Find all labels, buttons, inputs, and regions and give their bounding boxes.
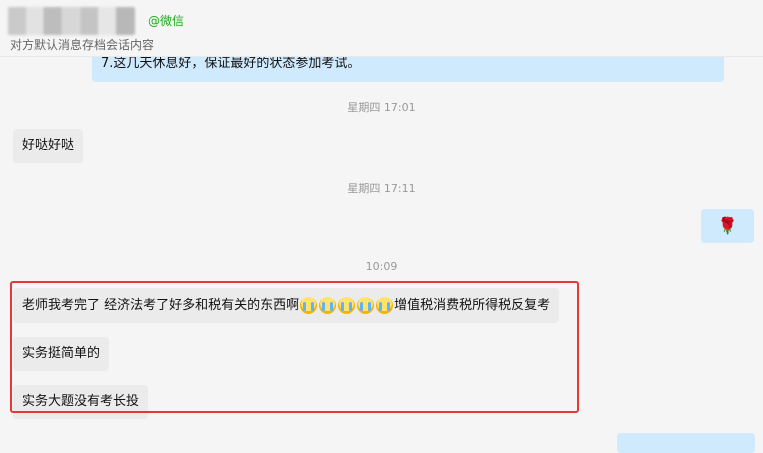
- timestamp: 10:09: [365, 260, 398, 273]
- incoming-message-bubble[interactable]: 老师我考完了 经济法考了好多和税有关的东西啊 增值税消费税所得税反复考: [13, 288, 560, 323]
- outgoing-message-bubble[interactable]: 🌹: [701, 209, 754, 243]
- crying-face-icon: [300, 297, 318, 314]
- incoming-message-bubble[interactable]: 实务挺简单的: [13, 337, 110, 371]
- crying-face-icon: [357, 297, 375, 314]
- crying-face-icon: [376, 297, 394, 314]
- message-text: 7.这几天休息好，保证最好的状态参加考试。: [101, 56, 361, 71]
- incoming-message-bubble[interactable]: 实务大题没有考长投: [13, 385, 149, 419]
- blurred-contact-name: [8, 7, 135, 35]
- timestamp: 星期四 17:01: [347, 101, 416, 114]
- message-text: 增值税消费税所得税反复考: [394, 297, 551, 313]
- chat-header: @微信 对方默认消息存档会话内容: [0, 0, 763, 57]
- crying-face-icon: [338, 297, 356, 314]
- archive-notice: 对方默认消息存档会话内容: [10, 38, 155, 52]
- rose-icon: 🌹: [717, 216, 738, 235]
- wechat-source-tag: @微信: [148, 14, 185, 28]
- incoming-message-bubble[interactable]: 好哒好哒: [13, 129, 84, 163]
- message-text: 实务大题没有考长投: [22, 394, 140, 409]
- message-text: 好哒好哒: [22, 138, 75, 153]
- message-text: 老师我考完了 经济法考了好多和税有关的东西啊: [22, 297, 300, 313]
- outgoing-message-bubble-partial[interactable]: [617, 433, 755, 453]
- message-text: 实务挺简单的: [22, 346, 101, 361]
- timestamp: 星期四 17:11: [347, 182, 416, 195]
- crying-face-icon: [319, 297, 337, 314]
